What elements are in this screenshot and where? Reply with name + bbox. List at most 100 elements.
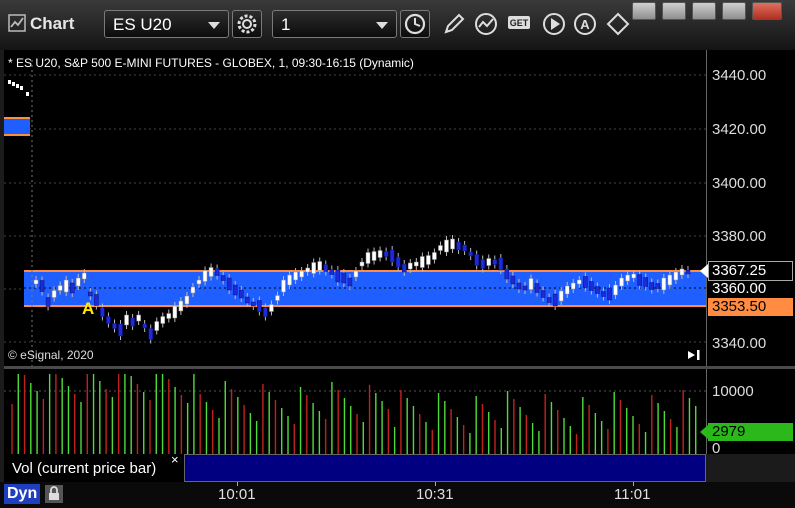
candle: [94, 294, 99, 306]
candle: [245, 296, 250, 304]
last-price-marker: [700, 264, 708, 278]
candle: [232, 284, 238, 296]
symbol-dropdown[interactable]: ES U20: [104, 10, 229, 38]
alert-icon[interactable]: A: [572, 10, 600, 38]
candle: [160, 316, 166, 324]
candle: [558, 290, 564, 302]
chevron-down-icon: [376, 22, 388, 29]
last-price-box: [708, 261, 793, 281]
price-tick: 3440.00: [712, 67, 767, 84]
candle: [12, 82, 15, 86]
candle: [142, 323, 147, 329]
candle: [522, 285, 528, 291]
indicator-icon[interactable]: [472, 10, 500, 38]
candle: [269, 304, 274, 312]
candle: [33, 279, 39, 285]
time-button[interactable]: [400, 10, 430, 38]
candle: [347, 277, 353, 287]
candle: [601, 291, 606, 297]
candle: [583, 276, 588, 288]
candle: [335, 269, 341, 283]
candle: [275, 295, 280, 301]
close-study-icon[interactable]: ×: [171, 452, 179, 467]
chart-info-text: * ES U20, S&P 500 E-MINI FUTURES - GLOBE…: [8, 56, 414, 70]
candle: [172, 305, 178, 319]
settings-button[interactable]: [232, 10, 262, 38]
candle: [649, 282, 654, 290]
candle: [365, 252, 371, 264]
volume-tick: 0: [712, 440, 721, 457]
close-button[interactable]: [752, 2, 782, 20]
candle: [39, 280, 45, 292]
candle: [552, 293, 558, 307]
candle: [82, 272, 87, 280]
price-plot[interactable]: [4, 50, 706, 366]
candle: [637, 274, 642, 286]
time-axis[interactable]: [0, 482, 795, 508]
candle: [208, 267, 214, 277]
maximize-button[interactable]: [722, 2, 746, 20]
price-chart-svg: [4, 60, 706, 366]
candle: [504, 268, 510, 280]
candle: [281, 279, 286, 293]
candle: [184, 295, 190, 305]
interval-value: 1: [281, 15, 291, 34]
svg-text:GET: GET: [510, 18, 529, 28]
candle: [202, 270, 208, 282]
pencil-icon[interactable]: [440, 10, 468, 38]
candle: [287, 274, 292, 286]
candle: [577, 279, 582, 285]
candle: [528, 278, 534, 290]
candle: [220, 275, 226, 281]
candle: [414, 261, 419, 267]
volume-study-label[interactable]: Vol (current price bar): [4, 454, 180, 482]
candle: [450, 238, 455, 250]
candle: [540, 290, 546, 298]
gear-icon: [237, 14, 257, 34]
play-icon[interactable]: [540, 10, 568, 38]
candle: [299, 270, 304, 278]
time-tick: 11:01: [614, 486, 651, 503]
candle: [486, 258, 492, 266]
candle: [444, 239, 449, 253]
candle: [353, 270, 359, 278]
candle: [214, 268, 220, 276]
candle: [20, 86, 23, 90]
get-icon[interactable]: GET: [506, 10, 534, 38]
candle: [341, 272, 347, 284]
window-title: Chart: [30, 14, 75, 33]
clock-icon: [404, 13, 426, 35]
price-axis[interactable]: [706, 50, 795, 366]
time-tick-mark: [435, 482, 436, 486]
scroll-to-end-icon[interactable]: [686, 348, 702, 362]
chart-icon: [8, 14, 26, 32]
volume-marker: [700, 425, 708, 439]
candle: [323, 264, 329, 272]
candle: [238, 289, 244, 299]
lock-icon[interactable]: [44, 484, 64, 504]
volume-study-bar: [184, 454, 706, 482]
diamond-icon[interactable]: [604, 10, 632, 38]
candle: [311, 262, 316, 274]
candle: [371, 251, 377, 261]
candle: [480, 259, 485, 269]
candle: [438, 245, 443, 251]
current-volume-tag: 2979: [708, 423, 793, 441]
candle: [546, 297, 552, 303]
candle: [564, 285, 570, 295]
interval-dropdown[interactable]: 1: [272, 10, 397, 38]
candle: [63, 279, 69, 293]
candle: [474, 254, 479, 266]
candle: [196, 279, 202, 285]
restore-button[interactable]: [662, 2, 686, 20]
candle: [408, 262, 413, 270]
price-tick: 3400.00: [712, 175, 767, 192]
candle: [679, 268, 685, 276]
pin-button[interactable]: [632, 2, 656, 20]
symbol-value: ES U20: [113, 15, 172, 34]
dynamic-button[interactable]: Dyn: [4, 484, 41, 504]
volume-pane[interactable]: [4, 369, 706, 454]
candle: [166, 313, 172, 319]
minimize-button[interactable]: [692, 2, 716, 20]
candle: [631, 273, 636, 279]
